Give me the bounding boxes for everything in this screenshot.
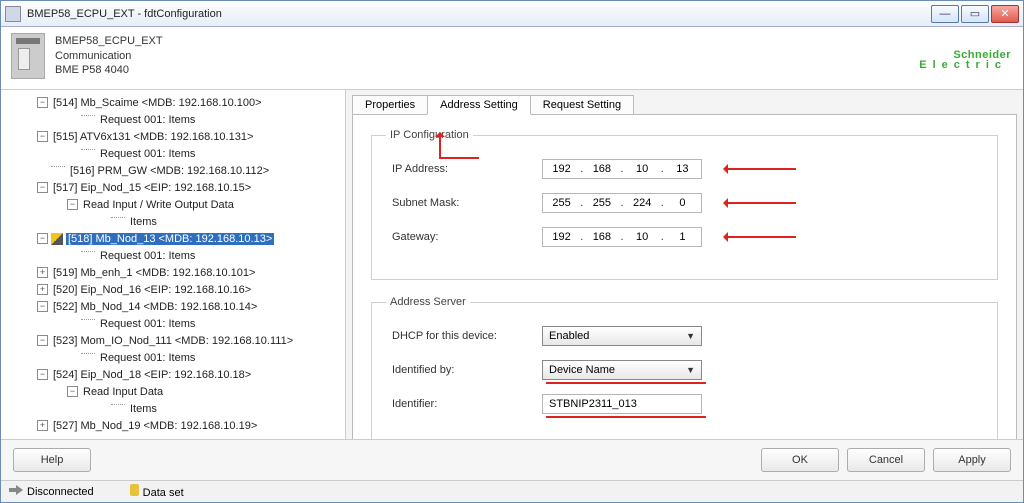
connection-status: Disconnected (9, 485, 94, 498)
tree-node[interactable]: −[522] Mb_Nod_14 <MDB: 192.168.10.14> (1, 298, 345, 315)
titlebar: BMEP58_ECPU_EXT - fdtConfiguration — ▭ ✕ (1, 1, 1023, 27)
device-name: BMEP58_ECPU_EXT (55, 34, 919, 49)
tree-node[interactable]: Request 001: Items (1, 349, 345, 366)
tree-node[interactable]: Request 001: Items (1, 145, 345, 162)
tab-properties[interactable]: Properties (352, 95, 428, 115)
chevron-down-icon: ▼ (686, 331, 695, 341)
app-window: BMEP58_ECPU_EXT - fdtConfiguration — ▭ ✕… (0, 0, 1024, 503)
tree-node[interactable]: +[527] Mb_Nod_19 <MDB: 192.168.10.19> (1, 417, 345, 434)
annotation-arrow (726, 236, 796, 238)
tree-node[interactable]: −Read Input / Write Output Data (1, 196, 345, 213)
app-icon (5, 6, 21, 22)
ip-config-legend: IP Configuration (386, 129, 473, 141)
subnet-mask-label: Subnet Mask: (392, 197, 542, 209)
annotation-arrow (439, 135, 441, 157)
device-header: BMEP58_ECPU_EXT Communication BME P58 40… (1, 27, 1023, 90)
tree-node[interactable]: +[520] Eip_Nod_16 <EIP: 192.168.10.16> (1, 281, 345, 298)
tree-node[interactable]: −[524] Eip_Nod_18 <EIP: 192.168.10.18> (1, 366, 345, 383)
tree-node[interactable]: +[519] Mb_enh_1 <MDB: 192.168.10.101> (1, 264, 345, 281)
identifier-input[interactable]: STBNIP2311_013 (542, 394, 702, 414)
identifier-label: Identifier: (392, 398, 542, 410)
device-model: BME P58 4040 (55, 63, 919, 78)
annotation-arrow (726, 168, 796, 170)
device-comm: Communication (55, 49, 919, 64)
tree-node[interactable]: −[515] ATV6x131 <MDB: 192.168.10.131> (1, 128, 345, 145)
dhcp-combo[interactable]: Enabled▼ (542, 326, 702, 346)
address-server-group: Address Server DHCP for this device: Ena… (371, 296, 998, 440)
device-tree[interactable]: −[514] Mb_Scaime <MDB: 192.168.10.100> R… (1, 90, 346, 439)
tab-address-setting[interactable]: Address Setting (427, 95, 531, 115)
tree-node[interactable]: Request 001: Items (1, 111, 345, 128)
ok-button[interactable]: OK (761, 448, 839, 472)
window-title: BMEP58_ECPU_EXT - fdtConfiguration (27, 8, 931, 20)
tree-node[interactable]: −[523] Mom_IO_Nod_111 <MDB: 192.168.10.1… (1, 332, 345, 349)
minimize-button[interactable]: — (931, 5, 959, 23)
ip-address-input[interactable]: 192. 168. 10. 13 (542, 159, 702, 179)
tree-node[interactable]: [516] PRM_GW <MDB: 192.168.10.112> (1, 162, 345, 179)
status-bar: Disconnected Data set (1, 480, 1023, 502)
annotation-arrow (726, 202, 796, 204)
tree-node[interactable]: Items (1, 400, 345, 417)
annotation-underline (546, 416, 706, 418)
tree-node[interactable]: −[514] Mb_Scaime <MDB: 192.168.10.100> (1, 94, 345, 111)
tree-node[interactable]: −[517] Eip_Nod_15 <EIP: 192.168.10.15> (1, 179, 345, 196)
tab-panel: IP Configuration IP Address: 192. 168. 1… (352, 114, 1017, 440)
tree-node[interactable]: Request 001: Items (1, 315, 345, 332)
tree-node[interactable]: −Read Input Data (1, 383, 345, 400)
gateway-label: Gateway: (392, 231, 542, 243)
tree-node-selected[interactable]: −[518] Mb_Nod_13 <MDB: 192.168.10.13> (1, 230, 345, 247)
settings-pane: Properties Address Setting Request Setti… (346, 90, 1023, 439)
dataset-status: Data set (130, 484, 184, 499)
dialog-footer: Help OK Cancel Apply (1, 440, 1023, 480)
close-button[interactable]: ✕ (991, 5, 1019, 23)
tab-bar: Properties Address Setting Request Setti… (346, 90, 1023, 114)
device-info: BMEP58_ECPU_EXT Communication BME P58 40… (55, 34, 919, 79)
pencil-icon (51, 233, 63, 245)
maximize-button[interactable]: ▭ (961, 5, 989, 23)
tree-node[interactable]: Request 001: Items (1, 247, 345, 264)
brand-logo: Schneider Electric (919, 41, 1011, 71)
tree-node[interactable]: Items (1, 213, 345, 230)
help-button[interactable]: Help (13, 448, 91, 472)
identified-by-label: Identified by: (392, 364, 542, 376)
address-server-legend: Address Server (386, 296, 470, 308)
subnet-mask-input[interactable]: 255. 255. 224. 0 (542, 193, 702, 213)
ip-address-label: IP Address: (392, 163, 542, 175)
plug-icon (9, 485, 23, 495)
chevron-down-icon: ▼ (686, 365, 695, 375)
device-image (11, 33, 45, 79)
dhcp-label: DHCP for this device: (392, 330, 542, 342)
apply-button[interactable]: Apply (933, 448, 1011, 472)
database-icon (130, 484, 139, 496)
tree-node[interactable]: −[528] ATV9x132 <MDB: 192.168.10.132> (1, 434, 345, 435)
gateway-input[interactable]: 192. 168. 10. 1 (542, 227, 702, 247)
annotation-underline (546, 382, 706, 384)
tab-request-setting[interactable]: Request Setting (530, 95, 634, 115)
identified-by-combo[interactable]: Device Name▼ (542, 360, 702, 380)
cancel-button[interactable]: Cancel (847, 448, 925, 472)
ip-configuration-group: IP Configuration IP Address: 192. 168. 1… (371, 129, 998, 280)
